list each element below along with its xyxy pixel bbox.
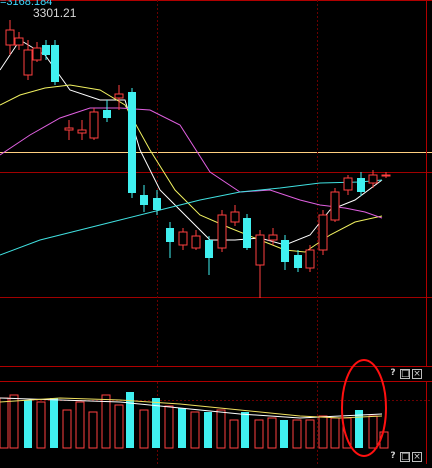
volume-bar-up — [0, 397, 9, 449]
candle-down — [103, 110, 111, 118]
candle-up — [368, 174, 378, 184]
volume-bar-up — [88, 411, 98, 449]
candle-up — [64, 127, 74, 131]
candle-down — [42, 45, 50, 55]
candle-up — [230, 211, 240, 223]
candlestick-series — [5, 20, 391, 298]
price-high-label: 3301.21 — [33, 6, 77, 20]
candle-up — [381, 174, 391, 177]
candle-up — [343, 177, 353, 191]
volume-close-icon[interactable]: × — [412, 452, 422, 462]
stock-chart: =3168.184 3301.21 ? □ × ? □ × — [0, 0, 432, 464]
chart-canvas[interactable] — [0, 0, 432, 464]
candle-up — [14, 37, 24, 46]
volume-bar-up — [216, 409, 226, 449]
candle-up — [23, 49, 33, 76]
candle-up — [268, 234, 278, 241]
volume-bar-up — [267, 417, 277, 449]
volume-bar-up — [330, 417, 340, 449]
candle-up — [330, 191, 340, 221]
volume-bar-down — [241, 412, 249, 448]
candle-up — [77, 129, 87, 134]
close-icon[interactable]: × — [412, 369, 422, 379]
candle-up — [305, 249, 315, 269]
maximize-icon[interactable]: □ — [400, 369, 410, 379]
candle-down — [153, 198, 161, 210]
volume-bar-down — [50, 398, 58, 448]
volume-bar-up — [164, 405, 174, 449]
candle-down — [243, 218, 251, 248]
candle-up — [89, 111, 99, 139]
volume-bar-up — [368, 415, 378, 449]
volume-bar-down — [204, 412, 212, 448]
volume-bar-up — [36, 401, 46, 449]
ma20-line — [0, 107, 383, 219]
volume-bar-up — [292, 419, 302, 449]
volume-help-icon[interactable]: ? — [388, 452, 398, 462]
volume-bar-up — [190, 411, 200, 449]
candle-up — [114, 93, 124, 99]
candle-down — [51, 45, 59, 82]
volume-bar-down — [280, 420, 288, 448]
volume-bar-up — [139, 409, 149, 449]
candle-down — [205, 240, 213, 258]
volume-bar-up — [9, 394, 19, 449]
candle-up — [191, 235, 201, 249]
candle-up — [178, 231, 188, 246]
main-panel-frame — [0, 0, 432, 367]
volume-bar-down — [24, 400, 32, 448]
volume-bar-down — [178, 408, 186, 448]
candle-down — [281, 240, 289, 262]
help-icon[interactable]: ? — [388, 369, 398, 379]
volume-bar-up — [318, 415, 328, 449]
volume-panel-controls: ? □ × — [388, 451, 428, 463]
volume-bar-up — [62, 409, 72, 449]
candle-down — [140, 195, 148, 205]
volume-bar-up — [305, 419, 315, 449]
candle-down — [294, 255, 302, 268]
candle-up — [217, 214, 227, 249]
candle-up — [318, 214, 328, 251]
candle-down — [357, 178, 365, 192]
volume-bar-up — [114, 404, 124, 449]
volume-bar-up — [101, 394, 111, 449]
highlight-ellipse — [341, 359, 387, 457]
candle-down — [128, 92, 136, 193]
volume-bar-up — [75, 401, 85, 449]
volume-maximize-icon[interactable]: □ — [400, 452, 410, 462]
volume-bar-up — [254, 419, 264, 449]
main-panel-controls: ? □ × — [388, 368, 428, 380]
candle-up — [255, 234, 265, 266]
volume-bar-up — [229, 419, 239, 449]
candle-up — [5, 29, 15, 46]
candle-down — [166, 228, 174, 242]
candle-up — [32, 47, 42, 61]
